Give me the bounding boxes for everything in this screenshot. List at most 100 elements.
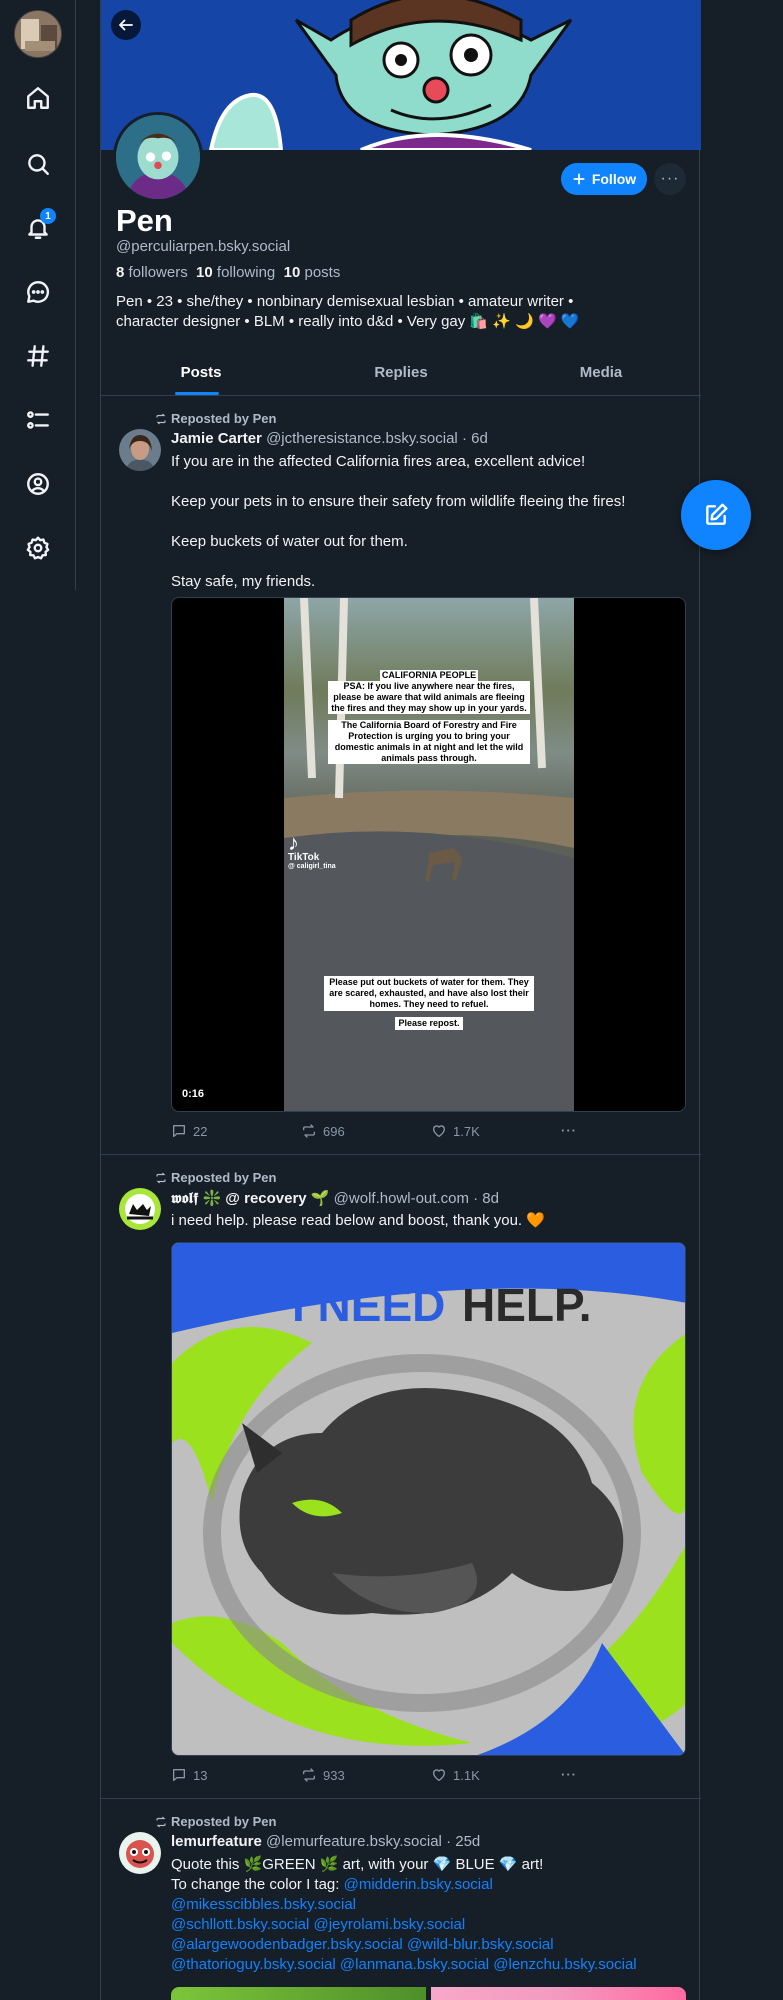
back-button[interactable] [111,10,141,40]
profile-display-name: Pen [116,203,173,238]
repost-icon [156,1172,166,1183]
mention-link[interactable]: @wild-blur.bsky.social [407,1936,554,1953]
post-actions: 13 933 1.1K ··· [171,1767,591,1787]
mention-link[interactable]: @schllott.bsky.social [171,1916,309,1933]
post-more-button[interactable]: ··· [561,1123,577,1138]
posts-count: 10 posts [283,264,341,281]
repost-indicator: Reposted by Pen [155,1170,276,1185]
feed-post[interactable]: Reposted by Pen lemurfeature @lemurfeatu… [101,1800,701,2000]
post-author-name[interactable]: 𝖜𝖔𝖑𝖋 ❇️ @ recovery 🌱 [171,1190,330,1207]
chat-icon [27,281,50,303]
post-author-avatar[interactable] [119,429,161,471]
compose-button[interactable] [681,480,751,550]
mention-link[interactable]: @lenzchu.bsky.social [493,1956,636,1973]
tab-replies[interactable]: Replies [301,352,501,395]
post-author-name[interactable]: Jamie Carter [171,430,262,447]
nav-notifications[interactable]: 1 [16,206,60,250]
nav-settings[interactable] [16,526,60,570]
follow-label: Follow [591,171,637,187]
feed-post[interactable]: Reposted by Pen Jamie Carter @jctheresis… [101,397,701,1155]
post-author-avatar[interactable] [119,1188,161,1230]
profile-main: Follow ··· Pen @perculiarpen.bsky.social… [100,0,701,2000]
repost-button[interactable]: 933 [301,1767,345,1783]
followers-link[interactable]: 8 followers [116,264,188,281]
nav-home[interactable] [16,76,60,120]
reply-button[interactable]: 13 [171,1767,207,1783]
tiktok-icon: ♪ [288,830,299,855]
heart-icon [433,1125,445,1137]
profile-handle: @perculiarpen.bsky.social [116,238,291,255]
pencil-icon [706,503,728,525]
post-header: Jamie Carter @jctheresistance.bsky.socia… [171,430,488,447]
mention-link[interactable]: @mikesscibbles.bsky.social [171,1896,356,1913]
post-time: · 8d [473,1190,499,1207]
quoted-image-left[interactable] [171,1987,426,2000]
nav-chat[interactable] [16,270,60,314]
image-headline-dark: HELP. [462,1279,592,1331]
comment-icon [173,1769,185,1781]
post-body: If you are in the affected California fi… [171,453,626,590]
profile-icon [27,473,49,495]
follow-button[interactable]: Follow [561,163,647,195]
post-actions: 22 696 1.7K ··· [171,1123,591,1143]
more-dots-icon: ··· [660,170,680,187]
post-body: i need help. please read below and boost… [171,1212,545,1229]
plus-icon [573,173,585,185]
list-icon [27,411,49,429]
video-caption: PSA: If you live anywhere near the fires… [328,681,530,714]
post-more-button[interactable]: ··· [561,1767,577,1782]
post-author-avatar[interactable] [119,1832,161,1874]
like-button[interactable]: 1.7K [431,1123,480,1139]
tab-posts[interactable]: Posts [101,352,301,395]
video-player[interactable]: CALIFORNIA PEOPLE PSA: If you live anywh… [171,597,686,1112]
nav-avatar[interactable] [14,10,62,58]
post-header: lemurfeature @lemurfeature.bsky.social ·… [171,1833,480,1850]
repost-indicator: Reposted by Pen [155,1814,276,1829]
video-caption: Please repost. [395,1017,463,1030]
mention-link[interactable]: @lanmana.bsky.social [340,1956,489,1973]
following-link[interactable]: 10 following [196,264,275,281]
profile-stats: 8 followers 10 following 10 posts [116,264,340,281]
mention-link[interactable]: @midderin.bsky.social [344,1876,493,1893]
notification-badge: 1 [40,208,56,224]
left-nav: 1 [0,0,76,590]
tiktok-watermark: ♪ TikTok @ caligirl_tina [288,830,336,871]
post-author-handle[interactable]: @jctheresistance.bsky.social [266,430,458,447]
post-author-handle[interactable]: @wolf.howl-out.com [334,1190,469,1207]
feed-post[interactable]: Reposted by Pen 𝖜𝖔𝖑𝖋 ❇️ @ recovery 🌱 @wo… [101,1156,701,1799]
nav-profile[interactable] [16,462,60,506]
repost-indicator: Reposted by Pen [155,411,276,426]
repost-icon [303,1124,315,1138]
tab-media[interactable]: Media [501,352,701,395]
arrow-left-icon [119,19,133,31]
post-image[interactable]: I NEED HELP. [171,1242,686,1756]
reply-button[interactable]: 22 [171,1123,207,1139]
nav-lists[interactable] [16,398,60,442]
home-icon [27,87,49,109]
video-caption: Please put out buckets of water for them… [324,976,534,1011]
post-header: 𝖜𝖔𝖑𝖋 ❇️ @ recovery 🌱 @wolf.howl-out.com … [171,1189,499,1207]
mention-link[interactable]: @thatorioguy.bsky.social [171,1956,336,1973]
profile-more-button[interactable]: ··· [654,163,686,195]
hashtag-icon [27,345,49,367]
post-body: Quote this 🌿GREEN 🌿 art, with your 💎 BLU… [171,1856,637,1973]
post-author-handle[interactable]: @lemurfeature.bsky.social [266,1833,442,1850]
like-button[interactable]: 1.1K [431,1767,480,1783]
nav-feeds[interactable] [16,334,60,378]
comment-icon [173,1125,185,1137]
video-caption: The California Board of Forestry and Fir… [328,720,530,764]
image-headline-blue: I NEED [292,1279,445,1331]
nav-search[interactable] [16,142,60,186]
mention-link[interactable]: @jeyrolami.bsky.social [314,1916,466,1933]
post-author-name[interactable]: lemurfeature [171,1833,262,1850]
heart-icon [433,1769,445,1781]
quoted-image-right[interactable] [431,1987,686,2000]
profile-avatar[interactable] [113,112,203,202]
mention-link[interactable]: @alargewoodenbadger.bsky.social [171,1936,403,1953]
search-icon [28,154,49,175]
profile-tabs: Posts Replies Media [101,352,701,396]
repost-icon [303,1768,315,1782]
video-duration: 0:16 [182,1088,205,1100]
repost-button[interactable]: 696 [301,1123,345,1139]
video-frame: CALIFORNIA PEOPLE PSA: If you live anywh… [284,598,574,1111]
